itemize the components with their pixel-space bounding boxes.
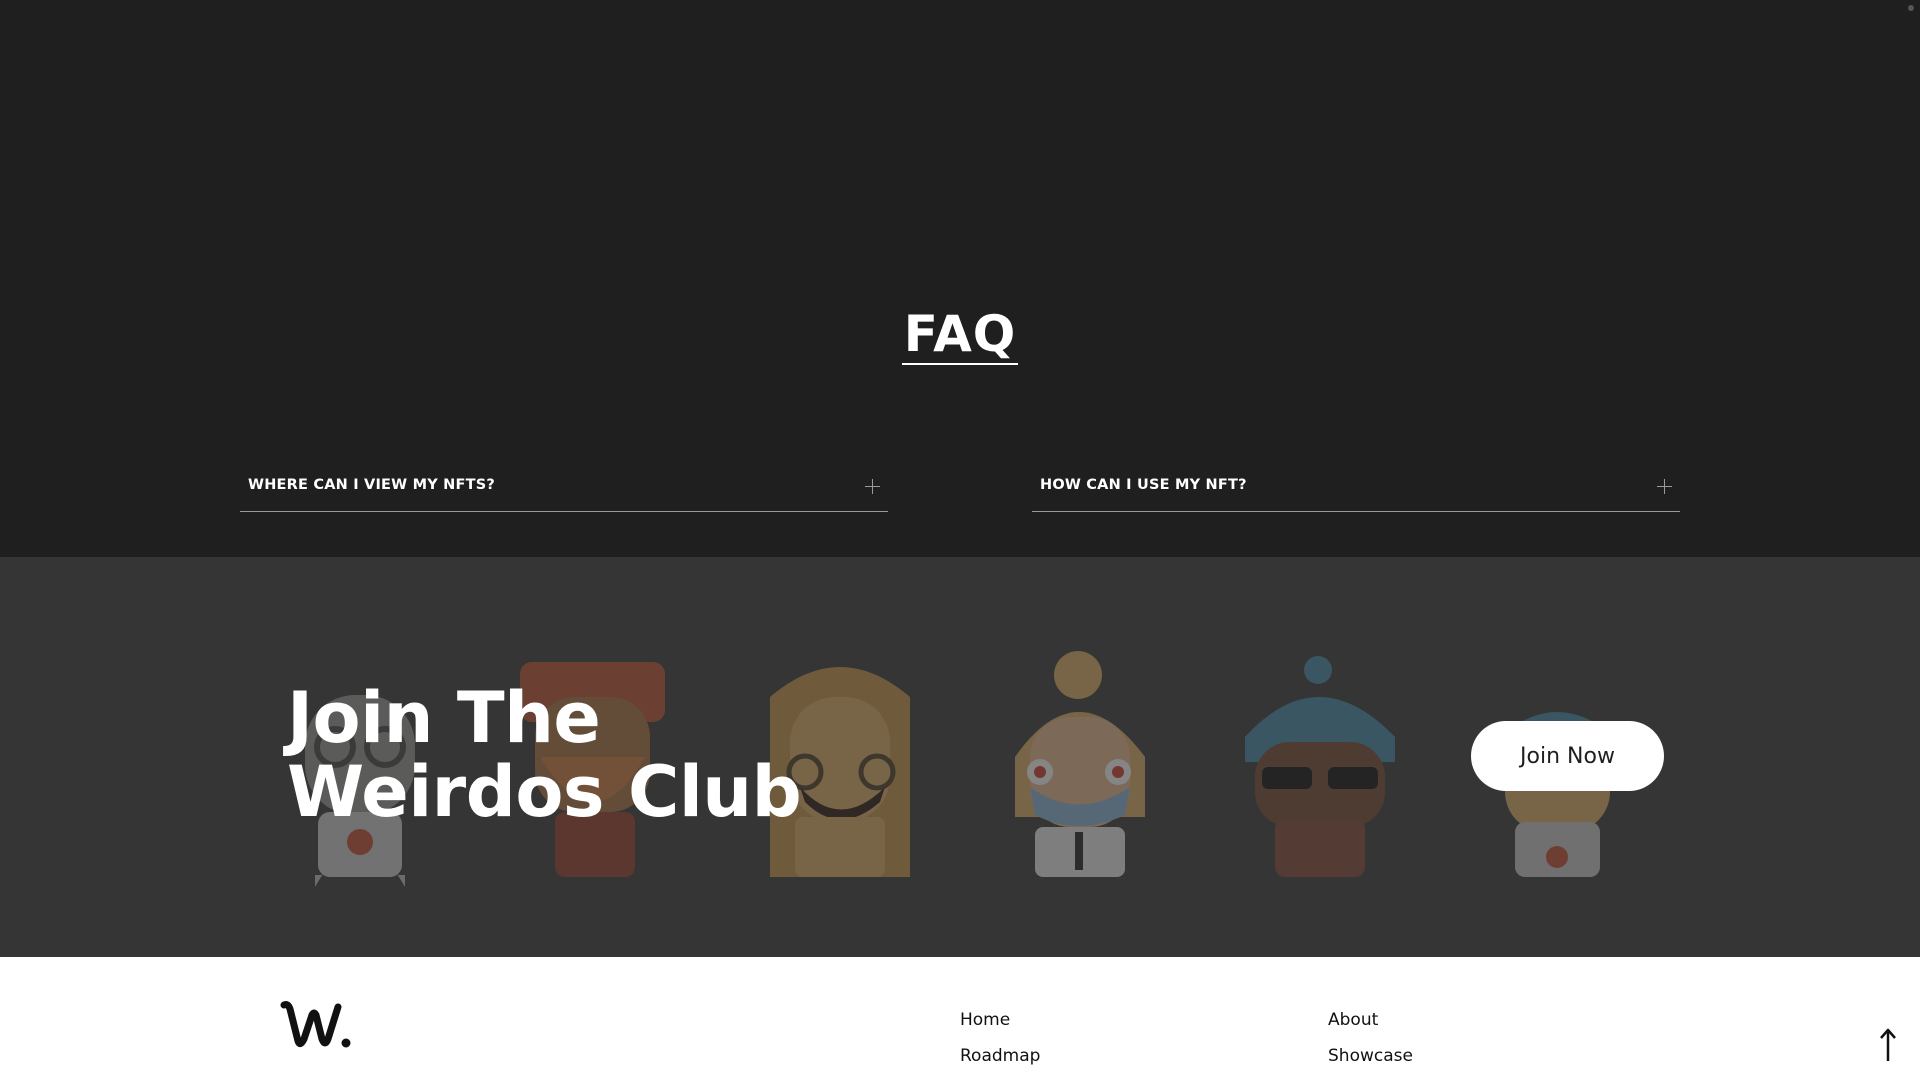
footer-link-about[interactable]: About: [1328, 1010, 1378, 1030]
join-title-line-2: Weirdos Club: [287, 751, 802, 833]
avatar-5: [1245, 656, 1395, 877]
faq-heading: FAQ: [0, 305, 1920, 365]
faq-item-use-nft[interactable]: HOW CAN I USE MY NFT?: [1032, 469, 1680, 512]
avatar-4: [1015, 651, 1145, 877]
footer-link-home[interactable]: Home: [960, 1010, 1010, 1030]
arrow-up-icon[interactable]: [1876, 1027, 1900, 1063]
faq-section: FAQ WHERE CAN I VIEW MY NFTS? HOW CAN I …: [0, 0, 1920, 557]
footer-link-showcase[interactable]: Showcase: [1328, 1046, 1413, 1066]
join-now-button[interactable]: Join Now: [1471, 721, 1664, 791]
join-title-line-1: Join The: [287, 677, 601, 759]
weirdos-logo-icon[interactable]: [280, 999, 352, 1051]
faq-question: HOW CAN I USE MY NFT?: [1040, 477, 1247, 493]
join-club-heading: Join The Weirdos Club: [287, 677, 802, 833]
faq-title: FAQ: [901, 305, 1019, 365]
footer-link-roadmap[interactable]: Roadmap: [960, 1046, 1040, 1066]
faq-item-view-nfts[interactable]: WHERE CAN I VIEW MY NFTS?: [240, 469, 888, 512]
scroll-indicator-dot: [1908, 5, 1914, 11]
plus-icon[interactable]: [1657, 479, 1672, 494]
footer: Home Roadmap About Showcase: [0, 957, 1920, 1080]
faq-question: WHERE CAN I VIEW MY NFTS?: [248, 477, 495, 493]
plus-icon[interactable]: [865, 479, 880, 494]
join-club-section: Join The Weirdos Club Join Now: [0, 557, 1920, 957]
